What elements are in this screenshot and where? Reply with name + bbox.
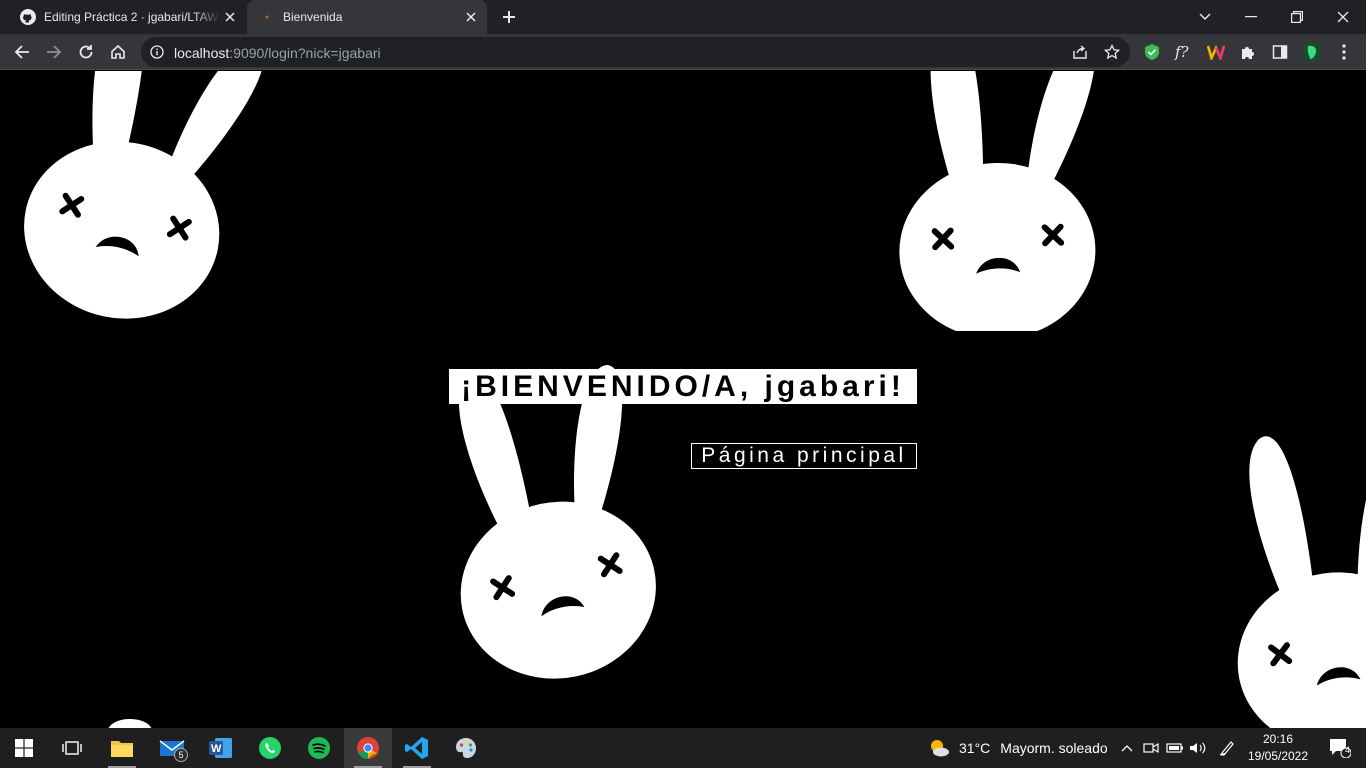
vscode-button[interactable] [393, 728, 441, 768]
bunny-graphic-center [380, 301, 720, 681]
formula-extension-icon[interactable]: f? [1174, 42, 1194, 62]
show-hidden-icons-button[interactable] [1117, 738, 1137, 758]
weather-description: Mayorm. soleado [1000, 740, 1108, 756]
bunny-graphic-bottom-peek [108, 719, 152, 728]
close-tab-icon[interactable] [220, 7, 240, 27]
word-icon: W [209, 738, 232, 758]
meet-now-icon[interactable] [1141, 738, 1161, 758]
main-page-link[interactable]: Página principal [691, 443, 917, 469]
start-button[interactable] [0, 728, 48, 768]
welcome-heading: ¡BIENVENIDO/A, jgabari! [449, 369, 917, 404]
vscode-icon [405, 737, 428, 759]
url-text: localhost:9090/login?nick=jgabari [174, 45, 381, 61]
windows-logo-icon [15, 739, 33, 757]
arrow-left-icon [14, 45, 29, 59]
minimize-button[interactable] [1228, 0, 1274, 34]
clock-time: 20:16 [1262, 732, 1294, 746]
puzzle-extensions-icon[interactable] [1238, 42, 1258, 62]
reload-icon [79, 45, 93, 59]
home-icon [111, 44, 125, 59]
bookmark-star-icon[interactable] [1103, 43, 1121, 61]
tab-editing-practica[interactable]: Editing Práctica 2 · jgabari/LTAW- [8, 0, 246, 34]
chevron-down-icon [1199, 13, 1211, 20]
paint-palette-icon [456, 738, 476, 758]
profile-avatar[interactable] [1302, 42, 1322, 62]
windows-taskbar: 5 W 31°C Mayorm. soleado 20:16 19/05/202… [0, 728, 1366, 768]
sun-cloud-icon [931, 740, 949, 757]
volume-icon[interactable] [1188, 738, 1208, 758]
whatsapp-button[interactable] [246, 728, 294, 768]
svg-text:W: W [211, 743, 222, 755]
restore-button[interactable] [1274, 0, 1320, 34]
site-info-icon[interactable] [149, 44, 165, 60]
page-content: ¡BIENVENIDO/A, jgabari! Página principal [0, 71, 1366, 728]
share-icon[interactable] [1071, 43, 1089, 61]
svg-text:f?: f? [1174, 43, 1190, 61]
tab-strip: Editing Práctica 2 · jgabari/LTAW- Bienv… [0, 0, 1366, 34]
mail-button[interactable]: 5 [148, 728, 196, 768]
weather-temperature: 31°C [959, 740, 991, 756]
weather-widget[interactable]: 31°C Mayorm. soleado [928, 728, 1108, 768]
action-center-button[interactable]: 4 [1320, 728, 1360, 768]
restore-icon [1291, 11, 1303, 23]
task-view-icon [62, 741, 82, 755]
side-panel-icon[interactable] [1270, 42, 1290, 62]
url-host: localhost [174, 45, 230, 61]
url-path: :9090/login?nick=jgabari [229, 45, 381, 61]
battery-icon[interactable] [1165, 738, 1185, 758]
word-button[interactable]: W [197, 728, 245, 768]
folder-icon [111, 741, 133, 757]
github-icon [20, 9, 36, 25]
bunny-graphic-right-edge [1190, 381, 1366, 728]
clock-date: 19/05/2022 [1247, 749, 1309, 763]
new-tab-button[interactable] [498, 6, 520, 28]
shield-extension-icon[interactable] [1142, 42, 1162, 62]
mail-unread-badge: 5 [174, 748, 188, 762]
file-explorer-button[interactable] [98, 728, 146, 768]
home-button[interactable] [102, 36, 134, 68]
whatsapp-icon [259, 737, 281, 759]
close-tab-icon[interactable] [461, 7, 481, 27]
notification-count: 4 [1345, 745, 1351, 755]
address-bar[interactable]: localhost:9090/login?nick=jgabari [141, 37, 1130, 67]
menu-kebab-icon[interactable] [1334, 42, 1354, 62]
w-extension-icon[interactable] [1206, 42, 1226, 62]
arrow-right-icon [47, 45, 62, 59]
chrome-icon [357, 737, 379, 759]
pen-workspace-icon[interactable] [1217, 738, 1237, 758]
forward-button[interactable] [38, 36, 70, 68]
tab-title: Bienvenida [283, 10, 343, 24]
reload-button[interactable] [70, 36, 102, 68]
spotify-icon [308, 737, 330, 759]
system-clock[interactable]: 20:16 19/05/2022 [1244, 731, 1312, 765]
chevron-up-icon [1121, 745, 1133, 752]
bunny-graphic-top-right [836, 71, 1176, 331]
spotify-button[interactable] [295, 728, 343, 768]
site-favicon-icon [259, 9, 275, 25]
bunny-graphic-top-left [0, 71, 340, 331]
close-window-button[interactable] [1320, 0, 1366, 34]
back-button[interactable] [6, 36, 38, 68]
minimize-icon [1245, 16, 1257, 18]
tab-search-button[interactable] [1182, 0, 1228, 34]
paint-button[interactable] [442, 728, 490, 768]
tab-bienvenida[interactable]: Bienvenida [247, 0, 487, 34]
tab-title: Editing Práctica 2 · jgabari/LTAW- [44, 10, 220, 24]
close-icon [1337, 11, 1349, 23]
task-view-button[interactable] [48, 728, 96, 768]
plus-icon [503, 11, 515, 23]
browser-toolbar: localhost:9090/login?nick=jgabari f? [0, 34, 1366, 70]
chrome-button[interactable] [344, 728, 392, 768]
